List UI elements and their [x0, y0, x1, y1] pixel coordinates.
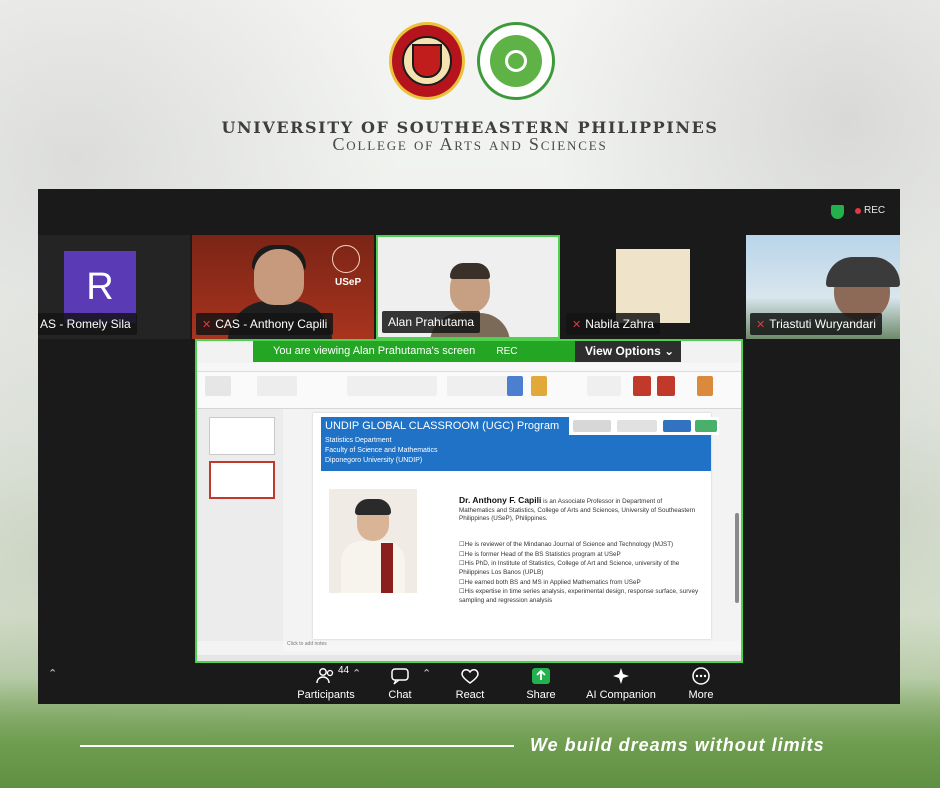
usep-logo-icon — [332, 245, 360, 273]
share-button[interactable]: Share — [501, 663, 581, 704]
partner-logo-1 — [573, 420, 611, 432]
participant-name-text: Alan Prahutama — [388, 315, 475, 329]
participant-name-text: Triastuti Wuryandari — [769, 317, 876, 331]
participant-name: ✕ Triastuti Wuryandari — [750, 313, 882, 335]
zoom-meeting-window: REC R AS - Romely Sila USeP ✕ CAS - Antho… — [38, 189, 900, 704]
ai-companion-button[interactable]: AI Companion — [581, 663, 661, 704]
ppt-ribbon — [197, 372, 741, 409]
participant-name: ✕ Nabila Zahra — [566, 313, 660, 335]
participant-name: ✕ CAS - Anthony Capili — [196, 313, 334, 335]
slide-subtitle-1: Statistics Department — [325, 437, 392, 444]
view-options-button[interactable]: View Options ⌄ — [575, 341, 681, 362]
ppt-menu-bar — [197, 363, 741, 372]
muted-mic-icon: ✕ — [756, 319, 766, 331]
sparkle-icon — [613, 668, 629, 684]
video-tile-anthony[interactable]: USeP ✕ CAS - Anthony Capili — [192, 235, 374, 339]
viewing-banner: You are viewing Alan Prahutama's screen … — [253, 341, 575, 362]
shapes-icon — [507, 376, 523, 396]
participants-label: Participants — [297, 689, 355, 701]
more-dots-icon — [692, 667, 710, 685]
slide-title: UNDIP GLOBAL CLASSROOM (UGC) Program — [325, 420, 560, 432]
react-label: React — [455, 689, 485, 701]
shared-screen[interactable]: You are viewing Alan Prahutama's screen … — [195, 339, 743, 663]
adobe-pdf-icon — [633, 376, 651, 396]
participant-video-strip: R AS - Romely Sila USeP ✕ CAS - Anthony C… — [38, 235, 900, 339]
tagline-divider — [80, 745, 514, 747]
bullet-item: He earned both BS and MS in Applied Math… — [459, 579, 699, 588]
heart-icon — [461, 669, 479, 684]
speaker-bio: Dr. Anthony F. Capili is an Associate Pr… — [459, 495, 699, 524]
editing-group-icon — [587, 376, 621, 396]
chevron-up-icon[interactable]: ⌃ — [48, 667, 57, 680]
chevron-down-icon: ⌄ — [664, 344, 675, 358]
video-tile-triastuti[interactable]: ✕ Triastuti Wuryandari — [746, 235, 900, 339]
speaker-bullets: He is reviewer of the Mindanao Journal o… — [459, 541, 699, 607]
participant-name-text: AS - Romely Sila — [40, 317, 131, 331]
arrange-icon — [531, 376, 547, 396]
view-options-label: View Options — [585, 344, 661, 358]
slide-thumbnail-pane — [197, 409, 283, 641]
create-pdf-icon — [657, 376, 675, 396]
speaker-name: Dr. Anthony F. Capili — [459, 495, 542, 505]
react-button[interactable]: React — [430, 663, 510, 704]
more-label: More — [688, 689, 714, 701]
participants-count: 44 — [338, 665, 350, 676]
bullet-item: He is former Head of the BS Statistics p… — [459, 551, 699, 560]
paste-icon — [205, 376, 231, 396]
usep-seal-logo — [389, 22, 465, 100]
muted-mic-icon: ✕ — [572, 319, 582, 331]
meeting-controls-toolbar: ⌃ 44 Participants ⌃ Chat ⌃ React Share A… — [38, 663, 900, 704]
chat-label: Chat — [388, 689, 412, 701]
slide-header-band: UNDIP GLOBAL CLASSROOM (UGC) Program Sta… — [321, 417, 719, 471]
slide-thumbnail-2[interactable] — [209, 461, 275, 499]
viewing-prefix: You are viewing — [273, 345, 351, 357]
poster-image — [616, 249, 690, 323]
video-tile-alan-active-speaker[interactable]: Alan Prahutama — [376, 235, 560, 339]
meeting-top-bar: REC — [38, 189, 900, 235]
slide-subtitle-3: Diponegoro University (UNDIP) — [325, 457, 423, 464]
participant-name: Alan Prahutama — [382, 311, 481, 333]
bullet-item: His expertise in time series analysis, e… — [459, 588, 699, 605]
video-tile-nabila[interactable]: ✕ Nabila Zahra — [562, 235, 744, 339]
participant-name-text: CAS - Anthony Capili — [215, 317, 328, 331]
video-tile-romely[interactable]: R AS - Romely Sila — [38, 235, 190, 339]
tagline: We build dreams without limits — [530, 735, 825, 755]
slide-scrollbar[interactable] — [735, 513, 739, 603]
recording-dot-icon — [855, 208, 861, 214]
slide-canvas: UNDIP GLOBAL CLASSROOM (UGC) Program Sta… — [313, 413, 719, 639]
partner-logo-4 — [695, 420, 717, 432]
more-button[interactable]: More — [661, 663, 741, 704]
share-label: Share — [526, 689, 556, 701]
slide-subtitle-2: Faculty of Science and Mathematics — [325, 447, 438, 454]
college-title: College of Arts and Sciences — [332, 134, 608, 154]
participants-icon — [316, 668, 334, 684]
ai-companion-label: AI Companion — [586, 689, 656, 701]
usep-logo-text: USeP — [335, 277, 362, 288]
recording-label: REC — [864, 205, 886, 216]
viewing-name: Alan Prahutama's screen — [352, 345, 476, 357]
bullet-item: He is reviewer of the Mindanao Journal o… — [459, 541, 699, 550]
bullet-item: His PhD, in Institute of Statistics, Col… — [459, 560, 699, 577]
participant-name-text: Nabila Zahra — [585, 317, 654, 331]
partner-logo-2 — [617, 420, 657, 432]
slides-group-icon — [257, 376, 297, 396]
participant-name: AS - Romely Sila — [38, 313, 137, 335]
cas-seal-logo — [477, 22, 555, 100]
slide-thumbnail-1[interactable] — [209, 417, 275, 455]
partner-logos — [569, 417, 719, 435]
speaker-photo — [329, 489, 417, 593]
chat-icon — [391, 668, 409, 685]
notes-pane[interactable]: Click to add notes — [283, 641, 741, 651]
partner-logo-3 — [663, 420, 691, 432]
ppt-status-bar — [197, 655, 741, 661]
font-group-icon — [347, 376, 437, 396]
muted-mic-icon: ✕ — [202, 319, 212, 331]
banner-rec-label: REC — [496, 346, 518, 357]
add-ins-icon — [697, 376, 713, 396]
share-screen-icon — [532, 668, 550, 684]
encryption-shield-icon[interactable] — [831, 205, 844, 219]
